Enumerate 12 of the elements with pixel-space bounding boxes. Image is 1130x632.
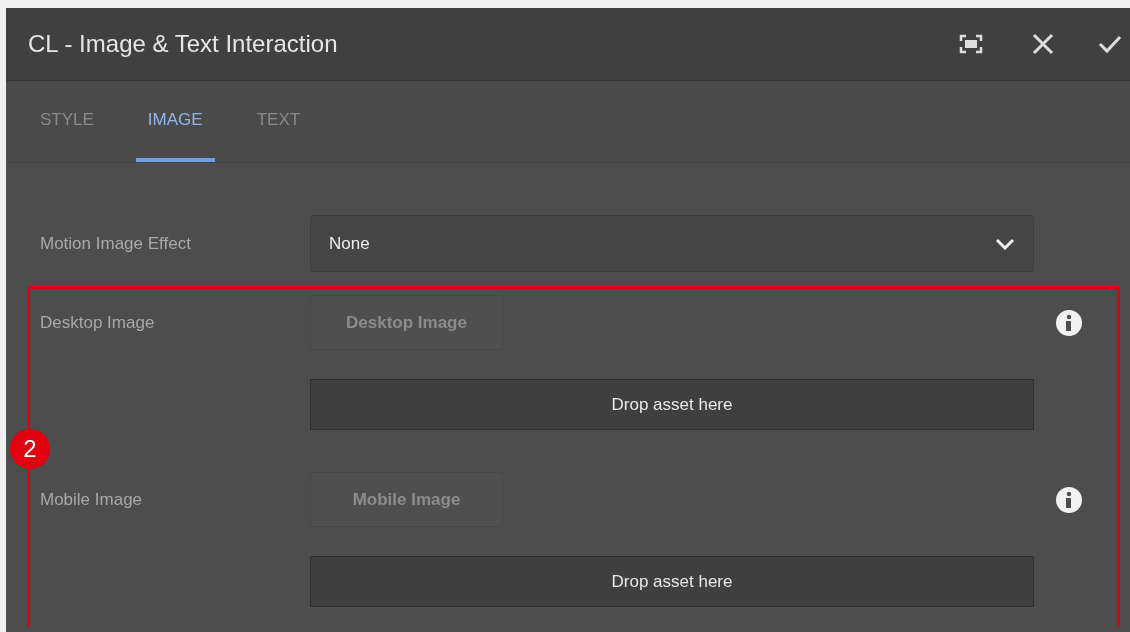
dialog-title: CL - Image & Text Interaction <box>28 30 339 58</box>
annotation-badge: 2 <box>10 429 50 469</box>
field-label: Mobile Image <box>40 489 144 510</box>
info-icon[interactable] <box>1055 308 1083 337</box>
field-label: Motion Image Effect <box>40 233 192 254</box>
chevron-down-icon <box>995 237 1015 250</box>
motion-effect-dropdown[interactable]: None <box>310 215 1034 272</box>
field-label: Desktop Image <box>40 312 156 333</box>
info-icon[interactable] <box>1055 485 1083 514</box>
tab[interactable]: IMAGE <box>135 81 215 162</box>
tab[interactable]: TEXT <box>244 81 313 162</box>
tab[interactable]: STYLE <box>28 81 106 162</box>
